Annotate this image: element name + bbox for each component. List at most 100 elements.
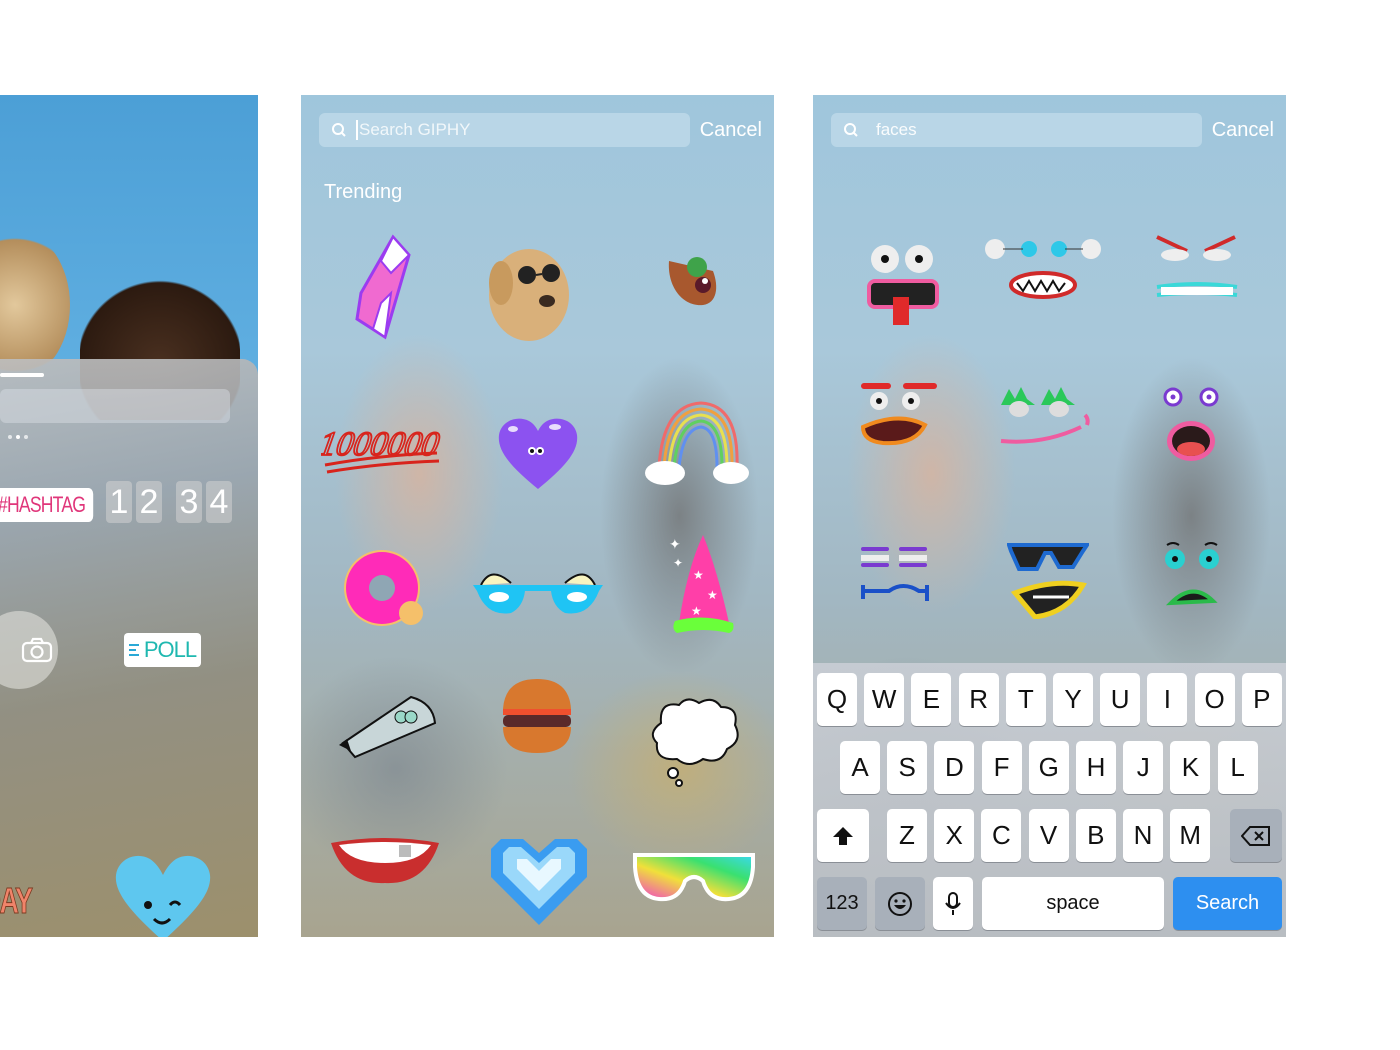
key-v[interactable]: V	[1028, 809, 1069, 862]
sticker-purple-heart[interactable]	[495, 415, 581, 491]
space-key[interactable]: space	[982, 877, 1164, 930]
svg-text:★: ★	[691, 604, 702, 618]
page-dot	[24, 435, 28, 439]
clock-digit: 2	[136, 481, 162, 523]
sticker-thought-bubble[interactable]	[647, 693, 741, 787]
key-d[interactable]: D	[934, 741, 975, 794]
sticker-rainbow-sunglasses[interactable]	[633, 851, 755, 903]
keyboard-row-2: ASDFGHJKL	[813, 741, 1286, 794]
sticker-pink-gem[interactable]	[351, 233, 415, 341]
key-x[interactable]: X	[934, 809, 975, 862]
sticker-green-lash-smirk[interactable]	[999, 385, 1093, 451]
key-q[interactable]: Q	[817, 673, 857, 726]
shift-arrow-icon	[833, 826, 853, 845]
blurred-background	[301, 95, 774, 937]
section-title: Trending	[324, 181, 403, 203]
cancel-button[interactable]: Cancel	[700, 119, 762, 142]
key-k[interactable]: K	[1170, 741, 1211, 794]
page-indicator	[8, 435, 28, 439]
camera-icon	[21, 637, 53, 663]
giphy-search-input[interactable]: faces	[831, 113, 1202, 147]
keyboard-row-3: ZXCVBNM	[813, 809, 1286, 862]
search-icon	[844, 123, 858, 137]
sticker-pink-donut[interactable]	[341, 547, 423, 629]
ios-keyboard: QWERTYUIOP ASDFGHJKL ZXCVBNM 123 space S…	[813, 663, 1286, 937]
cancel-button[interactable]: Cancel	[1212, 119, 1274, 142]
sticker-sleepy-face[interactable]	[859, 543, 931, 605]
key-e[interactable]: E	[911, 673, 952, 726]
key-a[interactable]: A	[840, 741, 880, 794]
sticker-smile-lips[interactable]	[329, 837, 441, 887]
tray-search-input[interactable]	[0, 389, 230, 423]
key-n[interactable]: N	[1123, 809, 1163, 862]
key-c[interactable]: C	[981, 809, 1022, 862]
winking-heart-sticker[interactable]	[112, 853, 214, 937]
giphy-search-input[interactable]: Search GIPHY	[319, 113, 690, 147]
page-dot	[8, 435, 12, 439]
emoji-icon	[888, 891, 912, 916]
key-j[interactable]: J	[1123, 741, 1164, 794]
keyboard-row-1: QWERTYUIOP	[813, 673, 1286, 726]
search-icon	[332, 123, 346, 137]
key-l[interactable]: L	[1217, 741, 1258, 794]
sticker-sunglasses-face[interactable]	[1007, 543, 1089, 619]
key-i[interactable]: I	[1147, 673, 1188, 726]
sticker-cyan-eyes-teeth[interactable]	[983, 235, 1103, 301]
page-dot-active	[16, 435, 20, 439]
sticker-googly-face-tongue[interactable]	[863, 241, 943, 327]
delete-key[interactable]	[1230, 809, 1282, 862]
key-o[interactable]: O	[1194, 673, 1235, 726]
day-sticker[interactable]: WEDNESDAY	[0, 880, 33, 922]
sticker-1000000-text[interactable]: 1000000	[321, 415, 441, 475]
sticker-angry-eyes-teeth[interactable]	[1153, 231, 1239, 303]
key-z[interactable]: Z	[887, 809, 927, 862]
sticker-teal-eyes-frown[interactable]	[1163, 541, 1223, 609]
text-cursor	[356, 120, 358, 140]
giphy-faces-search-screen: faces Cancel Q W E R T Y U I O P A S D F…	[813, 95, 1286, 937]
svg-text:★: ★	[693, 568, 704, 582]
dictation-key[interactable]	[933, 877, 973, 930]
sticker-cartoon-rat[interactable]	[323, 683, 445, 773]
svg-text:✦: ✦	[673, 556, 683, 570]
sticker-pixel-heart[interactable]	[487, 835, 591, 927]
key-f[interactable]: F	[981, 741, 1022, 794]
search-query: faces	[876, 120, 917, 139]
keyboard-row-4: 123 space Search	[813, 877, 1286, 930]
story-sticker-tray-screen: #HASHTAG 1 2 3 4 POLL WEDNESDAY	[0, 95, 258, 937]
sticker-taco[interactable]	[663, 247, 721, 309]
clock-digit: 3	[176, 481, 202, 523]
hashtag-sticker[interactable]: #HASHTAG	[0, 488, 94, 522]
key-r[interactable]: R	[958, 673, 999, 726]
key-g[interactable]: G	[1028, 741, 1069, 794]
key-t[interactable]: T	[1005, 673, 1046, 726]
key-p[interactable]: P	[1241, 673, 1282, 726]
sticker-red-brow-face[interactable]	[859, 381, 939, 447]
numbers-key[interactable]: 123	[817, 877, 867, 930]
emoji-key[interactable]	[875, 877, 925, 930]
key-h[interactable]: H	[1076, 741, 1116, 794]
key-y[interactable]: Y	[1053, 673, 1093, 726]
sticker-wizard-hat[interactable]: ★★★ ✦✦	[663, 529, 739, 635]
svg-text:✦: ✦	[669, 536, 681, 552]
key-u[interactable]: U	[1100, 673, 1141, 726]
poll-sticker[interactable]: POLL	[124, 633, 201, 667]
sticker-eyes-sunglasses[interactable]	[469, 557, 607, 621]
sticker-dog-sunglasses[interactable]	[481, 245, 576, 345]
shift-key[interactable]	[817, 809, 869, 862]
search-header: faces Cancel	[831, 113, 1274, 147]
key-w[interactable]: W	[864, 673, 905, 726]
key-m[interactable]: M	[1170, 809, 1211, 862]
clock-sticker[interactable]: 1 2 3 4	[106, 481, 232, 523]
sticker-rainbow-clouds[interactable]	[641, 397, 751, 489]
sticker-purple-eyes-shout[interactable]	[1163, 385, 1221, 469]
search-placeholder: Search GIPHY	[359, 120, 471, 139]
microphone-icon	[945, 891, 961, 915]
key-b[interactable]: B	[1075, 809, 1116, 862]
clock-digit: 4	[206, 481, 232, 523]
sticker-burger[interactable]	[499, 675, 575, 757]
tray-drag-handle[interactable]	[0, 373, 44, 377]
giphy-trending-screen: Search GIPHY Cancel Trending 1000000 ★ ★…	[301, 95, 774, 937]
key-s[interactable]: S	[887, 741, 928, 794]
svg-text:★: ★	[707, 588, 718, 602]
search-key[interactable]: Search	[1173, 877, 1282, 930]
